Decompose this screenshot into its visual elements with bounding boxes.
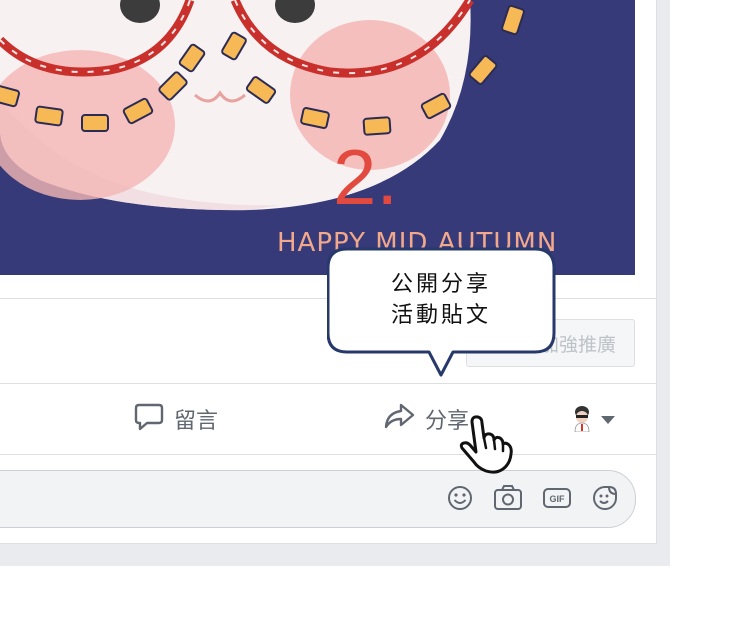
chevron-down-icon xyxy=(601,416,615,424)
camera-icon[interactable] xyxy=(493,484,523,516)
post-image[interactable]: HAPPY MID AUTUMN 2. xyxy=(0,0,635,275)
gif-icon[interactable]: GIF xyxy=(542,484,572,516)
step-number: 2. xyxy=(333,133,399,221)
post-as-selector[interactable] xyxy=(572,404,615,436)
hand-pointer-icon xyxy=(458,414,520,480)
comment-icon xyxy=(134,401,174,437)
comment-input[interactable]: GIF xyxy=(0,470,636,528)
share-button[interactable]: 分享 xyxy=(383,384,469,454)
comment-label: 留言 xyxy=(174,409,219,434)
divider xyxy=(0,454,656,455)
avatar xyxy=(572,404,592,436)
post-action-bar: 留言 分享 xyxy=(0,384,656,454)
comment-attachments: GIF xyxy=(427,484,619,516)
tooltip-line-2: 活動貼文 xyxy=(390,303,491,328)
svg-text:GIF: GIF xyxy=(550,494,566,504)
smiley-icon[interactable] xyxy=(446,484,474,516)
tooltip-line-1: 公開分享 xyxy=(390,272,491,297)
share-arrow-icon xyxy=(383,401,425,437)
comment-button[interactable]: 留言 xyxy=(134,384,218,454)
sticker-icon[interactable] xyxy=(591,484,619,516)
tooltip-text: 公開分享 活動貼文 xyxy=(327,247,555,353)
